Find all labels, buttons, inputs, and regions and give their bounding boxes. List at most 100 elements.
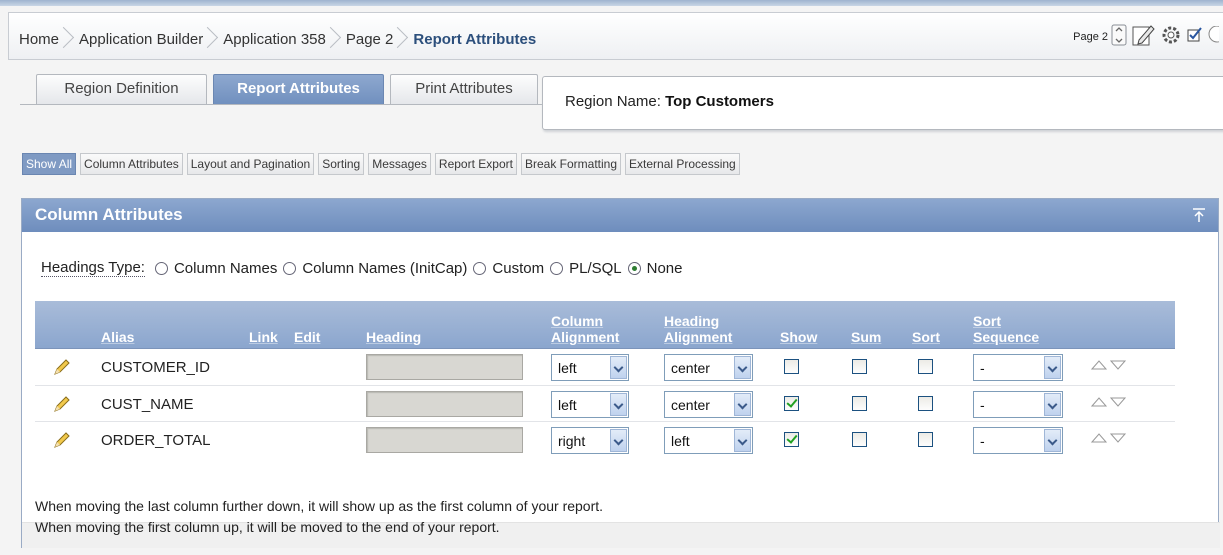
sort-checkbox[interactable]	[918, 396, 933, 411]
panel-title: Column Attributes	[35, 205, 183, 224]
header-heading: Heading	[366, 329, 422, 345]
table-row: CUST_NAME left center -	[35, 385, 1175, 421]
breadcrumb-page[interactable]: Page 2	[346, 31, 394, 48]
gear-icon[interactable]	[1159, 23, 1183, 50]
heading-alignment-select[interactable]: center	[664, 391, 753, 418]
radio-column-names[interactable]	[154, 261, 168, 275]
move-up-icon[interactable]	[1090, 358, 1108, 375]
radio-label: Custom	[492, 259, 545, 277]
column-alignment-select[interactable]: left	[551, 391, 629, 418]
move-up-icon[interactable]	[1090, 395, 1108, 412]
radio-label: Column Names (InitCap)	[302, 259, 468, 277]
header-alias[interactable]: Alias	[101, 330, 134, 345]
subnav-layout-pagination[interactable]: Layout and Pagination	[186, 153, 315, 175]
show-checkbox[interactable]	[784, 359, 799, 374]
region-name: Region Name: Top Customers	[565, 93, 774, 110]
pencil-icon[interactable]	[53, 358, 71, 379]
move-down-icon[interactable]	[1109, 395, 1127, 412]
chevron-down-icon	[734, 356, 751, 379]
chevron-down-icon	[610, 356, 627, 379]
collapse-icon[interactable]	[1190, 206, 1208, 224]
breadcrumb-application-builder[interactable]: Application Builder	[79, 31, 203, 48]
subnav-show-all[interactable]: Show All	[22, 153, 77, 175]
sub-navigation: Show All Column Attributes Layout and Pa…	[22, 153, 744, 175]
heading-input[interactable]	[366, 391, 523, 417]
chevron-down-icon	[734, 393, 751, 416]
column-attributes-panel: Column Attributes Headings Type: Column …	[21, 198, 1220, 548]
header-edit: Edit	[294, 329, 321, 345]
heading-alignment-select[interactable]: center	[664, 354, 753, 381]
table-header: Alias Link Edit Heading Column Alignment…	[35, 301, 1175, 349]
top-accent-bar	[0, 0, 1223, 6]
tab-baseline	[20, 104, 542, 105]
tab-region-definition[interactable]: Region Definition	[36, 74, 207, 105]
region-name-label: Region Name:	[565, 93, 661, 110]
page-nav-icon[interactable]	[1111, 24, 1127, 49]
panel-header: Column Attributes	[22, 199, 1218, 232]
chevron-down-icon	[734, 429, 751, 452]
move-note-first-column: When moving the first column up, it will…	[35, 519, 500, 535]
subnav-report-export[interactable]: Report Export	[434, 153, 517, 175]
page-label: Page 2	[1073, 30, 1108, 43]
breadcrumb-separator	[329, 27, 340, 51]
heading-input[interactable]	[366, 427, 523, 453]
chevron-down-icon	[1044, 393, 1061, 416]
headings-type-label: Headings Type:	[41, 259, 145, 277]
region-name-box: Region Name: Top Customers	[542, 76, 1223, 130]
subnav-sorting[interactable]: Sorting	[318, 153, 365, 175]
subnav-external-processing[interactable]: External Processing	[625, 153, 740, 175]
show-checkbox[interactable]	[784, 396, 799, 411]
subnav-column-attributes[interactable]: Column Attributes	[80, 153, 183, 175]
chevron-down-icon	[1044, 429, 1061, 452]
header-sort: Sort	[912, 329, 940, 345]
breadcrumb-separator	[206, 27, 217, 51]
move-down-icon[interactable]	[1109, 358, 1127, 375]
column-alignment-select[interactable]: right	[551, 427, 629, 454]
sum-checkbox[interactable]	[852, 396, 867, 411]
radio-column-names-initcap[interactable]	[283, 261, 297, 275]
breadcrumb-application[interactable]: Application 358	[223, 31, 326, 48]
breadcrumb-separator	[396, 27, 407, 51]
tab-print-attributes[interactable]: Print Attributes	[390, 74, 538, 105]
header-heading-alignment-line2: Alignment	[664, 329, 733, 345]
sum-checkbox[interactable]	[852, 359, 867, 374]
page-controls: Page 2	[1073, 23, 1223, 50]
column-alignment-select[interactable]: left	[551, 354, 629, 381]
header-sort-sequence-line2: Sequence	[973, 329, 1040, 345]
header-show: Show	[780, 329, 818, 345]
sum-checkbox[interactable]	[852, 432, 867, 447]
subnav-break-formatting[interactable]: Break Formatting	[520, 153, 622, 175]
header-sort-sequence-line1: Sort	[973, 313, 1001, 329]
pencil-icon[interactable]	[53, 431, 71, 452]
heading-input[interactable]	[366, 354, 523, 380]
show-checkbox[interactable]	[784, 432, 799, 447]
radio-plsql[interactable]	[550, 261, 564, 275]
radio-label: PL/SQL	[569, 259, 622, 277]
breadcrumb-separator	[62, 27, 73, 51]
move-up-icon[interactable]	[1090, 431, 1108, 448]
sort-sequence-select[interactable]: -	[973, 427, 1063, 454]
pencil-icon[interactable]	[53, 395, 71, 416]
radio-none[interactable]	[627, 261, 641, 275]
breadcrumb-home[interactable]: Home	[19, 31, 59, 48]
tab-report-attributes[interactable]: Report Attributes	[213, 74, 384, 105]
table-row: ORDER_TOTAL right left -	[35, 421, 1175, 457]
sort-sequence-select[interactable]: -	[973, 354, 1063, 381]
move-down-icon[interactable]	[1109, 431, 1127, 448]
column-alias: CUSTOMER_ID	[101, 359, 210, 376]
sort-checkbox[interactable]	[918, 432, 933, 447]
radio-label: Column Names	[173, 259, 278, 277]
radio-custom[interactable]	[473, 261, 487, 275]
chevron-down-icon	[610, 429, 627, 452]
sort-checkbox[interactable]	[918, 359, 933, 374]
move-note-last-column: When moving the last column further down…	[35, 498, 604, 514]
header-column-alignment-line1: Column	[551, 313, 604, 329]
sort-sequence-select[interactable]: -	[973, 391, 1063, 418]
checklist-icon[interactable]	[1187, 27, 1203, 46]
edit-page-icon[interactable]	[1131, 23, 1155, 50]
subnav-messages[interactable]: Messages	[368, 153, 431, 175]
header-column-alignment-line2: Alignment	[551, 329, 620, 345]
help-icon[interactable]	[1207, 25, 1223, 47]
table-row: CUSTOMER_ID left center -	[35, 349, 1175, 385]
heading-alignment-select[interactable]: left	[664, 427, 753, 454]
